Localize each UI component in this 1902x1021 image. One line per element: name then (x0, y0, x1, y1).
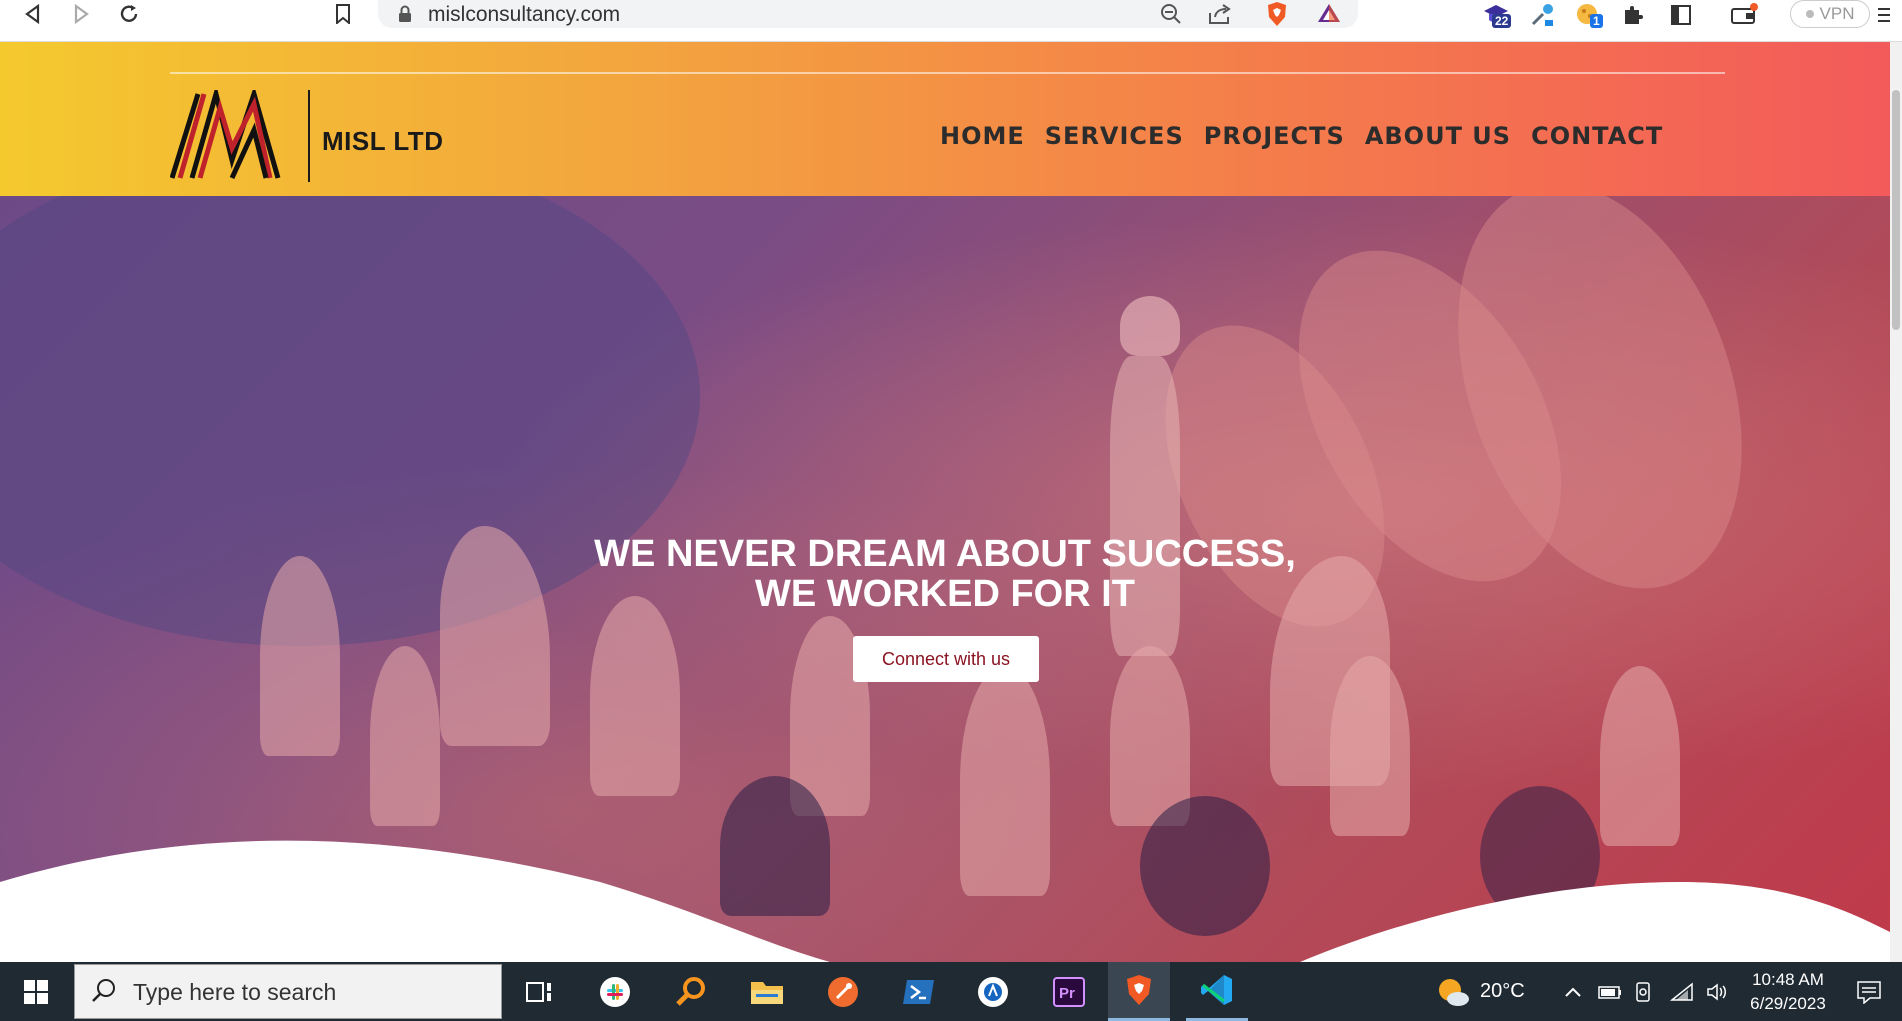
slack-icon[interactable] (584, 962, 646, 1021)
svg-text:Pr: Pr (1059, 985, 1075, 1002)
windows-taskbar: Type here to search Pr 20°C 10:48 AM 6/2… (0, 962, 1902, 1021)
device-icon[interactable] (1634, 962, 1652, 1021)
logo-mark-icon (169, 84, 281, 180)
sidebar-toggle-icon[interactable] (1666, 0, 1696, 30)
connect-button[interactable]: Connect with us (853, 636, 1039, 682)
address-bar[interactable]: mislconsultancy.com (378, 0, 1358, 28)
menu-icon[interactable] (1872, 0, 1896, 30)
start-button[interactable] (0, 962, 72, 1021)
lock-icon (398, 5, 412, 28)
chess-piece (1600, 666, 1680, 846)
chess-piece (1110, 646, 1190, 826)
chess-piece (1330, 656, 1410, 836)
brave-rewards-icon[interactable] (1316, 2, 1342, 29)
extension-badge: 1 (1590, 14, 1603, 28)
volume-icon[interactable] (1706, 962, 1728, 1021)
main-nav: HOME SERVICES PROJECTS ABOUT US CONTACT (940, 122, 1663, 150)
chess-piece (370, 646, 440, 826)
brave-shield-icon[interactable] (1265, 1, 1289, 32)
hero-headline-line2: WE WORKED FOR IT (755, 573, 1135, 615)
search-icon (91, 978, 117, 1009)
nav-home[interactable]: HOME (940, 122, 1025, 150)
hero-headline-line1: WE NEVER DREAM ABOUT SUCCESS, (594, 533, 1296, 575)
page-scrollbar[interactable] (1890, 42, 1902, 962)
weather-sun-cloud-icon (1439, 978, 1469, 1006)
extensions-puzzle-icon[interactable] (1618, 0, 1648, 30)
app-circle-icon[interactable] (962, 962, 1024, 1021)
share-icon[interactable] (1208, 3, 1232, 30)
back-icon[interactable] (18, 0, 48, 28)
file-explorer-icon[interactable] (736, 962, 798, 1021)
wallet-icon[interactable] (1726, 0, 1762, 30)
logo-divider (308, 90, 310, 182)
forward-icon[interactable] (66, 0, 96, 28)
nav-projects[interactable]: PROJECTS (1204, 122, 1345, 150)
postman-icon[interactable] (812, 962, 874, 1021)
vpn-status-dot (1805, 10, 1814, 18)
extension-graduation-icon[interactable]: 22 (1478, 0, 1514, 30)
logo-text: MISL LTD (322, 126, 444, 156)
browser-toolbar: mislconsultancy.com 22 1 VPN (0, 0, 1902, 42)
vpn-button[interactable]: VPN (1790, 0, 1870, 28)
bookmark-icon[interactable] (328, 0, 358, 28)
windows-icon (24, 979, 48, 1004)
site-header: MISL LTD HOME SERVICES PROJECTS ABOUT US… (0, 42, 1890, 196)
premiere-pro-icon[interactable]: Pr (1038, 962, 1100, 1021)
show-hidden-icons-chevron-icon[interactable] (1564, 962, 1582, 1021)
chess-piece (590, 596, 680, 796)
nav-contact[interactable]: CONTACT (1531, 122, 1663, 150)
hero-wave-divider (0, 840, 1890, 962)
brave-taskbar-icon[interactable] (1108, 962, 1170, 1021)
nav-about-us[interactable]: ABOUT US (1365, 122, 1511, 150)
battery-icon[interactable] (1598, 962, 1622, 1021)
chess-king-top (1120, 296, 1180, 356)
task-view-icon[interactable] (508, 962, 570, 1021)
extension-badge: 22 (1492, 14, 1512, 28)
search-placeholder: Type here to search (133, 979, 337, 1005)
hero-section: WE NEVER DREAM ABOUT SUCCESS, WE WORKED … (0, 196, 1890, 962)
hero-headline: WE NEVER DREAM ABOUT SUCCESS, WE WORKED … (0, 534, 1890, 614)
taskbar-search[interactable]: Type here to search (74, 964, 502, 1019)
reload-icon[interactable] (114, 0, 144, 28)
zoom-icon[interactable] (1160, 3, 1182, 30)
extension-cookie-icon[interactable]: 1 (1570, 0, 1606, 30)
weather-widget[interactable]: 20°C (1436, 962, 1525, 1021)
scrollbar-thumb[interactable] (1892, 90, 1900, 330)
wifi-icon[interactable] (1670, 962, 1694, 1021)
taskbar-clock[interactable]: 10:48 AM 6/29/2023 (1728, 968, 1848, 1016)
powershell-icon[interactable] (888, 962, 950, 1021)
extension-eyedropper-icon[interactable] (1524, 0, 1560, 30)
vpn-label: VPN (1819, 4, 1855, 23)
vscode-icon[interactable] (1186, 962, 1248, 1021)
weather-temp: 20°C (1480, 980, 1525, 1002)
header-divider (170, 72, 1725, 74)
notifications-icon[interactable] (1856, 962, 1882, 1021)
url-text: mislconsultancy.com (428, 3, 621, 26)
clock-time: 10:48 AM (1752, 970, 1824, 989)
clock-date: 6/29/2023 (1750, 994, 1826, 1013)
nav-services[interactable]: SERVICES (1045, 122, 1184, 150)
magnifier-app-icon[interactable] (660, 962, 722, 1021)
